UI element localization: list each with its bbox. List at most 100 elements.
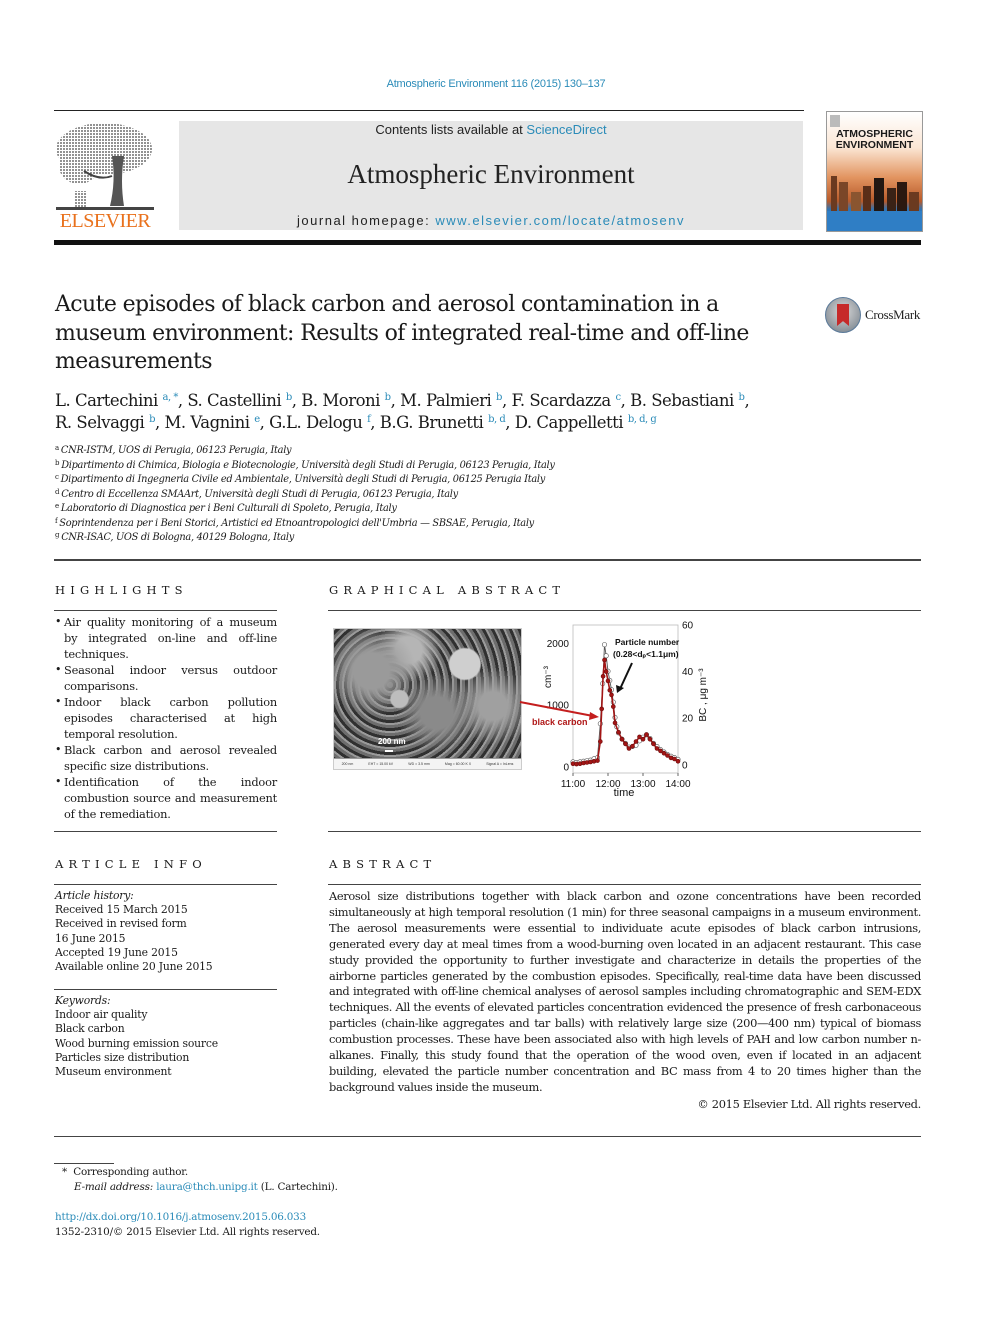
sem-info-item: WD = 3.5 mm — [408, 762, 430, 766]
footnote-rule — [54, 1163, 114, 1164]
author-name: G.L. Delogu — [269, 413, 363, 432]
keyword-item[interactable]: Black carbon — [55, 1022, 277, 1036]
author-affiliation-ref[interactable]: b — [149, 414, 155, 425]
author-affiliation-ref[interactable]: a, * — [163, 392, 179, 403]
author-name: F. Scardazza — [511, 391, 611, 410]
highlights-bottom-rule — [54, 831, 277, 832]
highlight-item: Indoor black carbon pollution episodes c… — [55, 694, 277, 742]
affiliations-rule — [54, 559, 921, 561]
graphical-abstract-top-rule — [328, 610, 921, 611]
author-affiliation-ref[interactable]: b — [286, 392, 292, 403]
affiliation-key: g — [55, 531, 60, 539]
contents-available: Contents lists available at ScienceDirec… — [179, 122, 803, 137]
affiliation-text: Centro di Eccellenza SMAArt, Università … — [61, 488, 458, 500]
author[interactable]: F. Scardazza c, — [511, 391, 630, 410]
highlights-list: Air quality monitoring of a museum by in… — [55, 614, 277, 822]
black-carbon-arrowhead — [589, 712, 599, 720]
author-affiliation-ref[interactable]: e — [254, 414, 260, 425]
email-link[interactable]: laura@thch.unipg.it — [156, 1181, 258, 1193]
author[interactable]: D. Cappelletti b, d, g — [515, 413, 657, 432]
author[interactable]: G.L. Delogu f, — [269, 413, 380, 432]
black-carbon-point — [619, 736, 625, 742]
keywords: Keywords: Indoor air quality Black carbo… — [55, 994, 277, 1079]
author-affiliation-ref[interactable]: b — [496, 392, 502, 403]
highlights-top-rule — [54, 610, 277, 611]
author[interactable]: S. Castellini b, — [187, 391, 301, 410]
author[interactable]: R. Selvaggi b, — [55, 413, 164, 432]
highlight-item: Identification of the indoor combustion … — [55, 774, 277, 822]
author[interactable]: B.G. Brunetti b, d, — [380, 413, 515, 432]
black-carbon-point — [612, 720, 618, 726]
keyword-item[interactable]: Particles size distribution — [55, 1051, 277, 1065]
sem-micrograph-image[interactable]: 200 nm 200 nm EHT = 15.00 kV WD = 3.5 mm… — [333, 628, 522, 770]
header-bottom-rule — [54, 240, 921, 245]
author[interactable]: L. Cartechini a, *, — [55, 391, 187, 410]
crossmark-button[interactable]: CrossMark — [825, 297, 925, 335]
article-info-heading: ARTICLE INFO — [55, 857, 207, 871]
keywords-rule — [54, 989, 277, 990]
journal-cover-image[interactable]: ATMOSPHERIC ENVIRONMENT — [826, 111, 923, 232]
corresponding-label: Corresponding author. — [73, 1166, 188, 1178]
author-affiliation-ref[interactable]: c — [615, 392, 621, 403]
author-affiliation-ref[interactable]: b — [385, 392, 391, 403]
article-history-label: Article history: — [55, 889, 134, 902]
article-history: Article history: Received 15 March 2015 … — [55, 889, 277, 974]
y-right-tick-label: 60 — [682, 621, 694, 632]
crossmark-label: CrossMark — [865, 307, 921, 322]
elsevier-logo[interactable]: ELSEVIER — [54, 121, 156, 233]
sem-scale-label: 200 nm — [378, 737, 406, 746]
author[interactable]: M. Palmieri b, — [400, 391, 511, 410]
affiliation-text: Dipartimento di Chimica, Biologia e Biot… — [61, 459, 555, 471]
x-tick-label: 14:00 — [665, 779, 690, 790]
author-affiliation-ref[interactable]: b, d — [488, 414, 506, 425]
y-right-tick-label: 40 — [682, 667, 694, 678]
particle-number-arrow — [619, 662, 633, 690]
keyword-item[interactable]: Indoor air quality — [55, 1008, 277, 1022]
keyword-item[interactable]: Wood burning emission source — [55, 1037, 277, 1051]
y-left-tick-label: 2000 — [547, 639, 570, 650]
black-carbon-point — [675, 759, 681, 764]
author-affiliation-ref[interactable]: b — [739, 392, 745, 403]
affiliation: b Dipartimento di Chimica, Biologia e Bio… — [55, 459, 755, 474]
article-info-rule — [54, 884, 277, 885]
abstract-copyright: © 2015 Elsevier Ltd. All rights reserved… — [697, 1097, 921, 1111]
author[interactable]: M. Vagnini e, — [164, 413, 269, 432]
black-carbon-point — [602, 657, 607, 663]
y-right-tick-label: 0 — [682, 760, 688, 771]
author[interactable]: B. Moroni b, — [301, 391, 400, 410]
author-name: B. Sebastiani — [630, 391, 734, 410]
affiliation-text: CNR-ISTM, UOS di Perugia, 06123 Perugia,… — [60, 445, 292, 456]
affiliation: d Centro di Eccellenza SMAArt, Università… — [55, 488, 755, 503]
black-carbon-point — [665, 753, 670, 758]
history-item: Received 15 March 2015 — [55, 903, 188, 917]
history-item: Available online 20 June 2015 — [55, 960, 213, 974]
highlight-item: Air quality monitoring of a museum by in… — [55, 614, 277, 662]
journal-citation[interactable]: Atmospheric Environment 116 (2015) 130–1… — [0, 78, 992, 90]
author[interactable]: B. Sebastiani b, — [630, 391, 750, 410]
homepage-link[interactable]: www.elsevier.com/locate/atmosenv — [435, 213, 685, 228]
abstract-bottom-rule — [54, 1136, 921, 1137]
affiliation-text: Laboratorio di Diagnostica per i Beni Cu… — [60, 503, 397, 514]
black-carbon-point — [640, 736, 646, 742]
author-name: M. Vagnini — [164, 413, 250, 432]
y-axis-left-label: cm⁻³ — [543, 665, 554, 688]
particle-number-point — [602, 642, 608, 648]
doi-link[interactable]: http://dx.doi.org/10.1016/j.atmosenv.201… — [55, 1210, 555, 1225]
author-affiliation-ref[interactable]: b, d, g — [628, 414, 657, 425]
x-tick-label: 11:00 — [561, 779, 586, 790]
affiliation-key: d — [55, 487, 60, 496]
author-affiliation-ref[interactable]: f — [367, 414, 371, 425]
keyword-item[interactable]: Museum environment — [55, 1065, 277, 1079]
black-carbon-point — [603, 669, 609, 674]
black-carbon-point — [630, 743, 635, 749]
author-name: M. Palmieri — [400, 391, 492, 410]
graphical-abstract-bottom-rule — [328, 831, 921, 832]
annotation-size-range: (0.28<dₚ<1.1μm) — [613, 649, 679, 659]
black-carbon-point — [651, 741, 656, 747]
elsevier-wordmark: ELSEVIER — [59, 210, 151, 232]
history-item: 16 June 2015 — [55, 931, 126, 945]
sciencedirect-link[interactable]: ScienceDirect — [526, 122, 606, 137]
y-right-tick-label: 20 — [682, 714, 694, 725]
header-top-rule — [54, 110, 804, 111]
journal-title: Atmospheric Environment — [347, 159, 635, 189]
